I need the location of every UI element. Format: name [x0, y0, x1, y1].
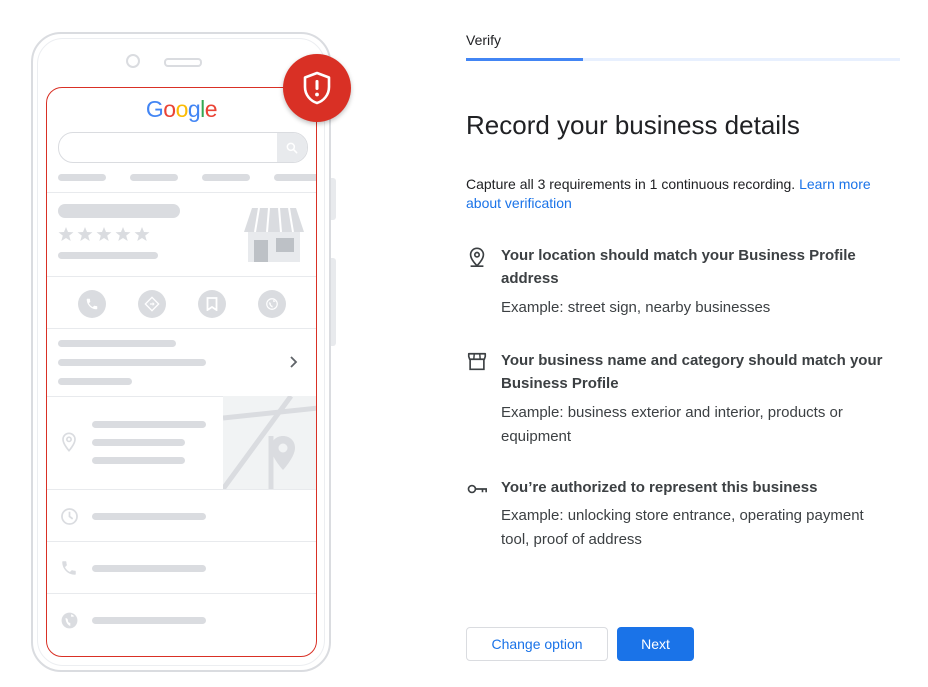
star-rating-illustration	[58, 226, 152, 247]
requirement-example: Example: business exterior and interior,…	[501, 404, 843, 445]
placeholder-line	[130, 174, 178, 181]
placeholder-line	[92, 617, 206, 624]
divider	[47, 593, 316, 594]
storefront-icon	[466, 351, 488, 373]
location-pin-icon	[466, 246, 488, 268]
intro-sentence: Capture all 3 requirements in 1 continuo…	[466, 176, 796, 192]
placeholder-line	[92, 513, 206, 520]
placeholder-line	[202, 174, 250, 181]
phone-icon	[78, 290, 106, 318]
placeholder-line	[92, 421, 206, 428]
page-title: Record your business details	[466, 110, 800, 140]
phone-icon	[60, 559, 78, 582]
tab-verify: Verify	[466, 32, 502, 48]
storefront-icon	[244, 206, 304, 269]
change-option-button[interactable]: Change option	[466, 627, 608, 661]
placeholder-line	[58, 359, 206, 366]
next-button[interactable]: Next	[617, 627, 694, 661]
directions-icon	[138, 290, 166, 318]
divider	[47, 328, 316, 329]
placeholder-line	[58, 378, 132, 385]
clock-icon	[60, 507, 79, 531]
location-pin-icon	[61, 432, 77, 457]
placeholder-line	[92, 565, 206, 572]
placeholder-line	[92, 457, 185, 464]
globe-icon	[60, 611, 79, 635]
key-icon	[466, 478, 488, 500]
intro-text: Capture all 3 requirements in 1 continuo…	[466, 175, 886, 213]
globe-icon	[258, 290, 286, 318]
divider	[47, 276, 316, 277]
map-thumbnail	[223, 396, 316, 489]
placeholder-line	[274, 174, 316, 181]
chevron-right-icon	[289, 355, 299, 374]
progress-bar-fill	[466, 58, 584, 61]
requirement-example: Example: street sign, nearby businesses	[501, 299, 771, 316]
phone-speaker	[164, 58, 202, 67]
requirement-heading: Your business name and category should m…	[501, 352, 883, 392]
search-icon	[277, 133, 307, 162]
phone-side-button	[331, 178, 336, 220]
shield-alert-icon	[283, 54, 351, 122]
phone-side-button	[331, 258, 336, 346]
requirement-example: Example: unlocking store entrance, opera…	[501, 507, 864, 548]
phone-screen: Google	[46, 87, 317, 657]
bookmark-icon	[198, 290, 226, 318]
divider	[47, 489, 316, 490]
placeholder-line	[58, 204, 180, 218]
google-logo: Google	[145, 96, 218, 122]
phone-camera	[126, 54, 140, 68]
placeholder-line	[58, 252, 158, 259]
placeholder-line	[92, 439, 185, 446]
placeholder-line	[58, 174, 106, 181]
search-bar-illustration	[58, 132, 308, 163]
progress-bar	[466, 58, 900, 61]
requirement-heading: Your location should match your Business…	[501, 247, 856, 287]
requirement-heading: You’re authorized to represent this busi…	[501, 479, 818, 496]
placeholder-line	[58, 340, 176, 347]
divider	[47, 541, 316, 542]
divider	[47, 192, 316, 193]
